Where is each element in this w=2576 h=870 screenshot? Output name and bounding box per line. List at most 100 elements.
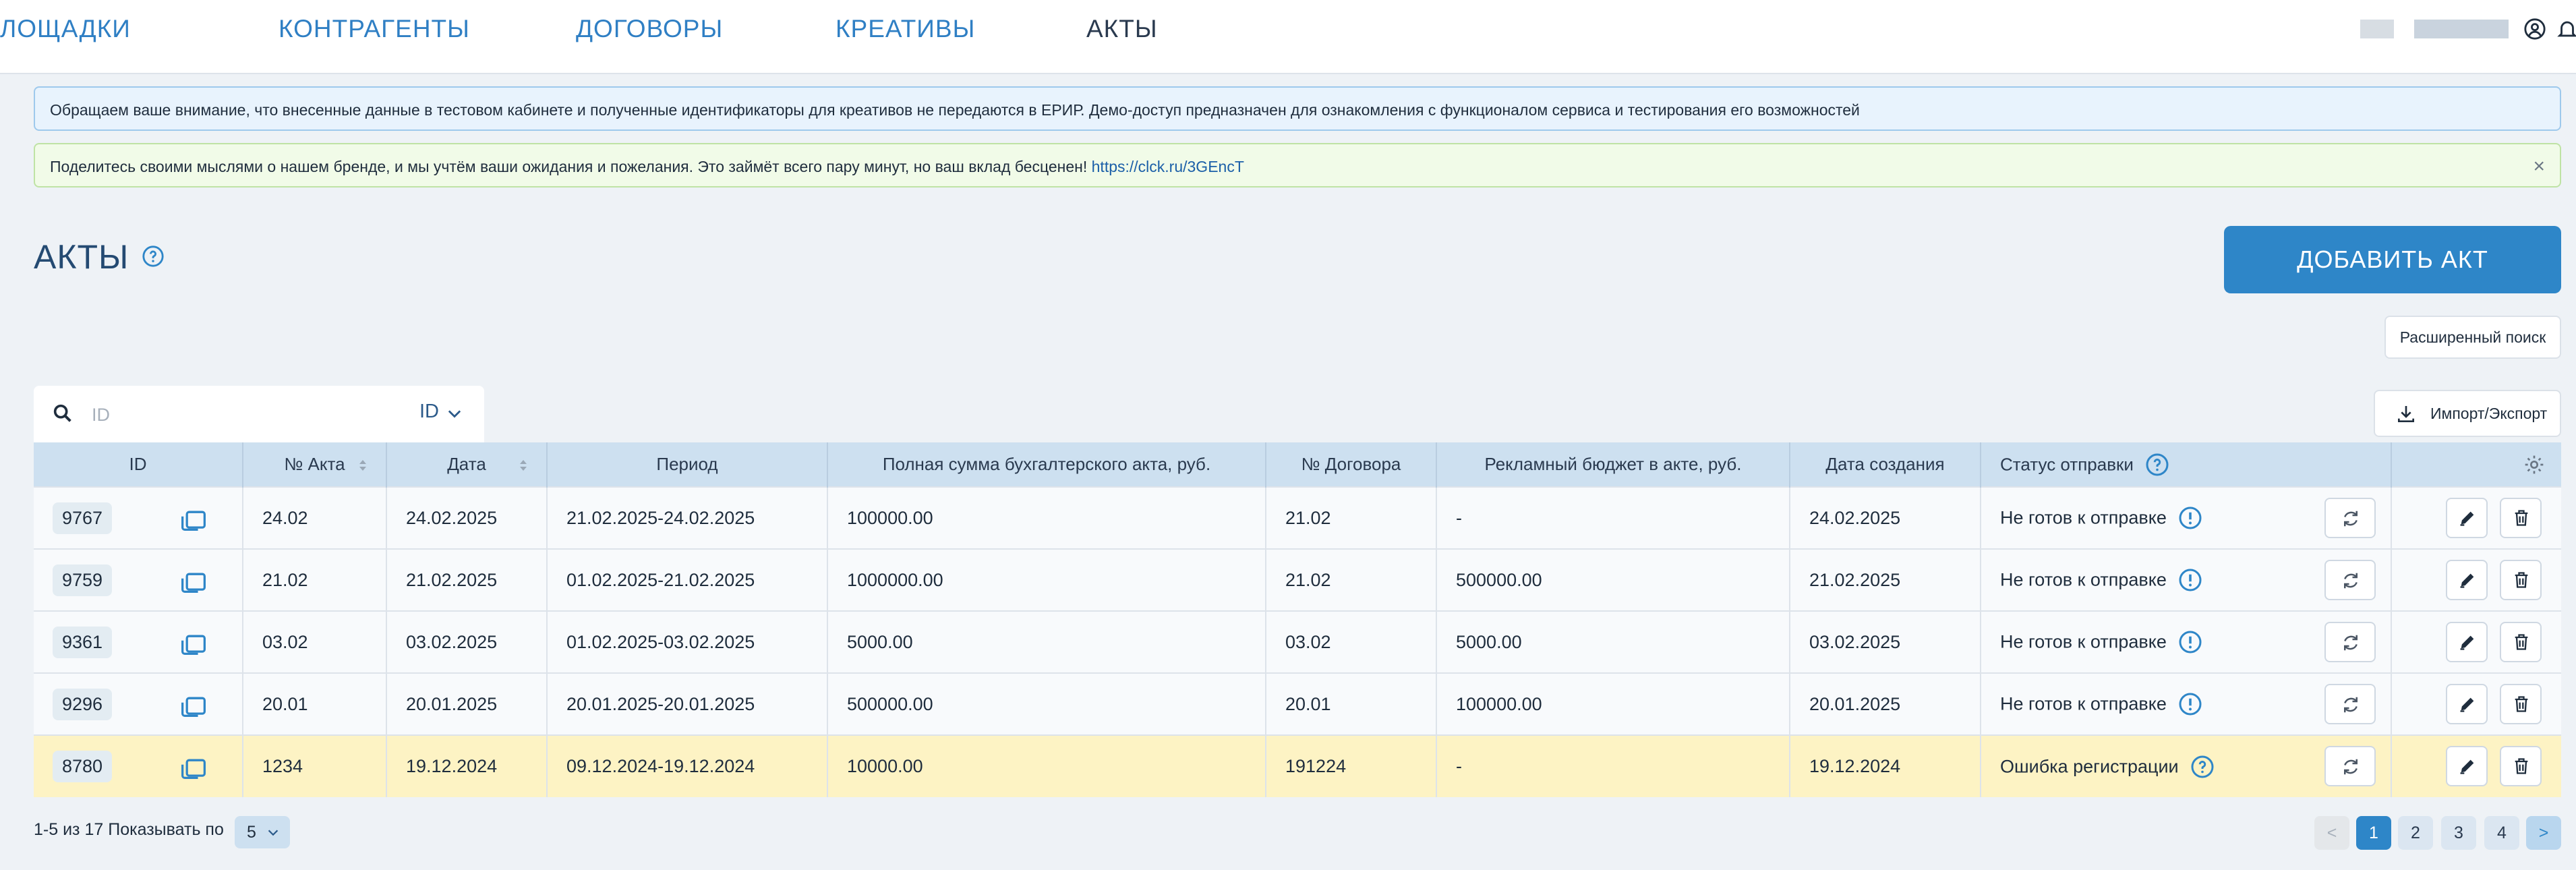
help-icon[interactable] xyxy=(142,245,165,268)
add-act-button[interactable]: ДОБАВИТЬ АКТ xyxy=(2224,226,2561,293)
cell-date: 19.12.2024 xyxy=(386,735,548,797)
chevron-down-icon[interactable] xyxy=(445,405,464,424)
edit-button[interactable] xyxy=(2446,746,2488,786)
gear-icon[interactable] xyxy=(2523,454,2545,475)
trash-icon xyxy=(2515,634,2528,650)
cell-status: Не готов к отправке xyxy=(1981,673,2392,735)
prev-page-button[interactable]: < xyxy=(2314,816,2349,850)
edit-icon xyxy=(2460,635,2474,650)
column-header-date[interactable]: Дата xyxy=(386,442,548,487)
cell-actions xyxy=(2391,611,2561,673)
cell-status: Не готов к отправке xyxy=(1981,549,2392,611)
search-field-select[interactable]: ID xyxy=(419,401,439,423)
search-input[interactable] xyxy=(90,398,376,432)
cell-contract: 21.02 xyxy=(1266,549,1437,611)
refresh-icon xyxy=(2344,573,2358,589)
edit-button[interactable] xyxy=(2446,684,2488,724)
refresh-status-button[interactable] xyxy=(2324,560,2376,600)
info-icon[interactable] xyxy=(2178,630,2202,654)
search-box: ID xyxy=(34,386,484,442)
table-row: 9296 20.01 20.01.2025 20.01.2025-20.01.2… xyxy=(34,673,2561,735)
pagination-info: 1-5 из 17 Показывать по xyxy=(34,820,224,839)
info-icon[interactable] xyxy=(2178,506,2202,530)
sort-icon[interactable] xyxy=(357,457,368,473)
page-button-3[interactable]: 3 xyxy=(2441,816,2476,850)
info-icon[interactable] xyxy=(2178,568,2202,592)
delete-button[interactable] xyxy=(2500,622,2542,662)
delete-button[interactable] xyxy=(2500,560,2542,600)
copy-icon[interactable] xyxy=(180,506,207,531)
edit-button[interactable] xyxy=(2446,622,2488,662)
cell-contract: 21.02 xyxy=(1266,487,1437,549)
refresh-icon xyxy=(2344,635,2358,651)
cell-actions xyxy=(2391,487,2561,549)
column-header-contract: № Договора xyxy=(1266,442,1437,487)
delete-button[interactable] xyxy=(2500,746,2542,786)
user-email-blur xyxy=(2414,20,2509,38)
cell-budget: - xyxy=(1436,735,1790,797)
cell-contract: 20.01 xyxy=(1266,673,1437,735)
copy-icon[interactable] xyxy=(180,631,207,655)
cell-total-sum: 5000.00 xyxy=(827,611,1266,673)
edit-button[interactable] xyxy=(2446,560,2488,600)
column-header-budget: Рекламный бюджет в акте, руб. xyxy=(1436,442,1790,487)
cell-status: Ошибка регистрации xyxy=(1981,735,2392,797)
advanced-search-button[interactable]: Расширенный поиск xyxy=(2384,316,2561,359)
refresh-status-button[interactable] xyxy=(2324,622,2376,662)
cell-period: 09.12.2024-19.12.2024 xyxy=(547,735,828,797)
refresh-status-button[interactable] xyxy=(2324,746,2376,786)
refresh-status-button[interactable] xyxy=(2324,498,2376,538)
page-button-1[interactable]: 1 xyxy=(2356,816,2391,850)
cell-contract: 03.02 xyxy=(1266,611,1437,673)
demo-info-text: Обращаем ваше внимание, что внесенные да… xyxy=(50,101,1860,119)
cell-act-number: 24.02 xyxy=(243,487,387,549)
copy-icon[interactable] xyxy=(180,755,207,779)
help-icon[interactable] xyxy=(2145,453,2169,477)
chevron-down-icon xyxy=(268,830,279,836)
cell-actions xyxy=(2391,735,2561,797)
column-header-created: Дата создания xyxy=(1790,442,1981,487)
page-button-2[interactable]: 2 xyxy=(2398,816,2433,850)
cell-total-sum: 100000.00 xyxy=(827,487,1266,549)
refresh-status-button[interactable] xyxy=(2324,684,2376,724)
nav-item-acts[interactable]: АКТЫ xyxy=(1086,15,1158,43)
cell-created: 24.02.2025 xyxy=(1790,487,1981,549)
page-button-4[interactable]: 4 xyxy=(2484,816,2519,850)
info-icon[interactable] xyxy=(2178,692,2202,716)
edit-icon xyxy=(2460,573,2474,588)
delete-button[interactable] xyxy=(2500,684,2542,724)
cell-budget: 5000.00 xyxy=(1436,611,1790,673)
copy-icon[interactable] xyxy=(180,569,207,593)
next-page-button[interactable]: > xyxy=(2526,816,2561,850)
help-icon[interactable] xyxy=(2190,755,2215,779)
cell-period: 01.02.2025-03.02.2025 xyxy=(547,611,828,673)
feedback-text: Поделитесь своими мыслями о нашем бренде… xyxy=(50,158,1092,175)
sort-icon[interactable] xyxy=(518,457,529,473)
bell-icon[interactable] xyxy=(2556,18,2576,40)
top-navigation: ЛОЩАДКИ КОНТРАГЕНТЫ ДОГОВОРЫ КРЕАТИВЫ АК… xyxy=(0,0,2576,74)
cell-act-number: 1234 xyxy=(243,735,387,797)
column-header-act-number[interactable]: № Акта xyxy=(243,442,387,487)
nav-item-creatives[interactable]: КРЕАТИВЫ xyxy=(836,15,975,43)
id-badge: 9296 xyxy=(53,688,113,720)
refresh-icon xyxy=(2344,697,2358,713)
status-text: Не готов к отправке xyxy=(2000,693,2167,714)
per-page-select[interactable]: 5 xyxy=(235,816,290,848)
nav-item-platforms[interactable]: ЛОЩАДКИ xyxy=(0,15,131,43)
cell-budget: 500000.00 xyxy=(1436,549,1790,611)
copy-icon[interactable] xyxy=(180,693,207,717)
table-row: 9759 21.02 21.02.2025 01.02.2025-21.02.2… xyxy=(34,549,2561,611)
cell-total-sum: 1000000.00 xyxy=(827,549,1266,611)
nav-item-counterparties[interactable]: КОНТРАГЕНТЫ xyxy=(279,15,470,43)
feedback-banner: Поделитесь своими мыслями о нашем бренде… xyxy=(34,143,2561,187)
nav-item-contracts[interactable]: ДОГОВОРЫ xyxy=(576,15,723,43)
feedback-link[interactable]: https://clck.ru/3GEncT xyxy=(1092,158,1244,175)
cell-contract: 191224 xyxy=(1266,735,1437,797)
close-icon[interactable]: × xyxy=(2533,144,2545,189)
edit-button[interactable] xyxy=(2446,498,2488,538)
user-circle-icon[interactable] xyxy=(2523,18,2546,40)
cell-total-sum: 10000.00 xyxy=(827,735,1266,797)
column-header-total-sum: Полная сумма бухгалтерского акта, руб. xyxy=(827,442,1266,487)
import-export-button[interactable]: Импорт/Экспорт xyxy=(2374,390,2561,437)
delete-button[interactable] xyxy=(2500,498,2542,538)
